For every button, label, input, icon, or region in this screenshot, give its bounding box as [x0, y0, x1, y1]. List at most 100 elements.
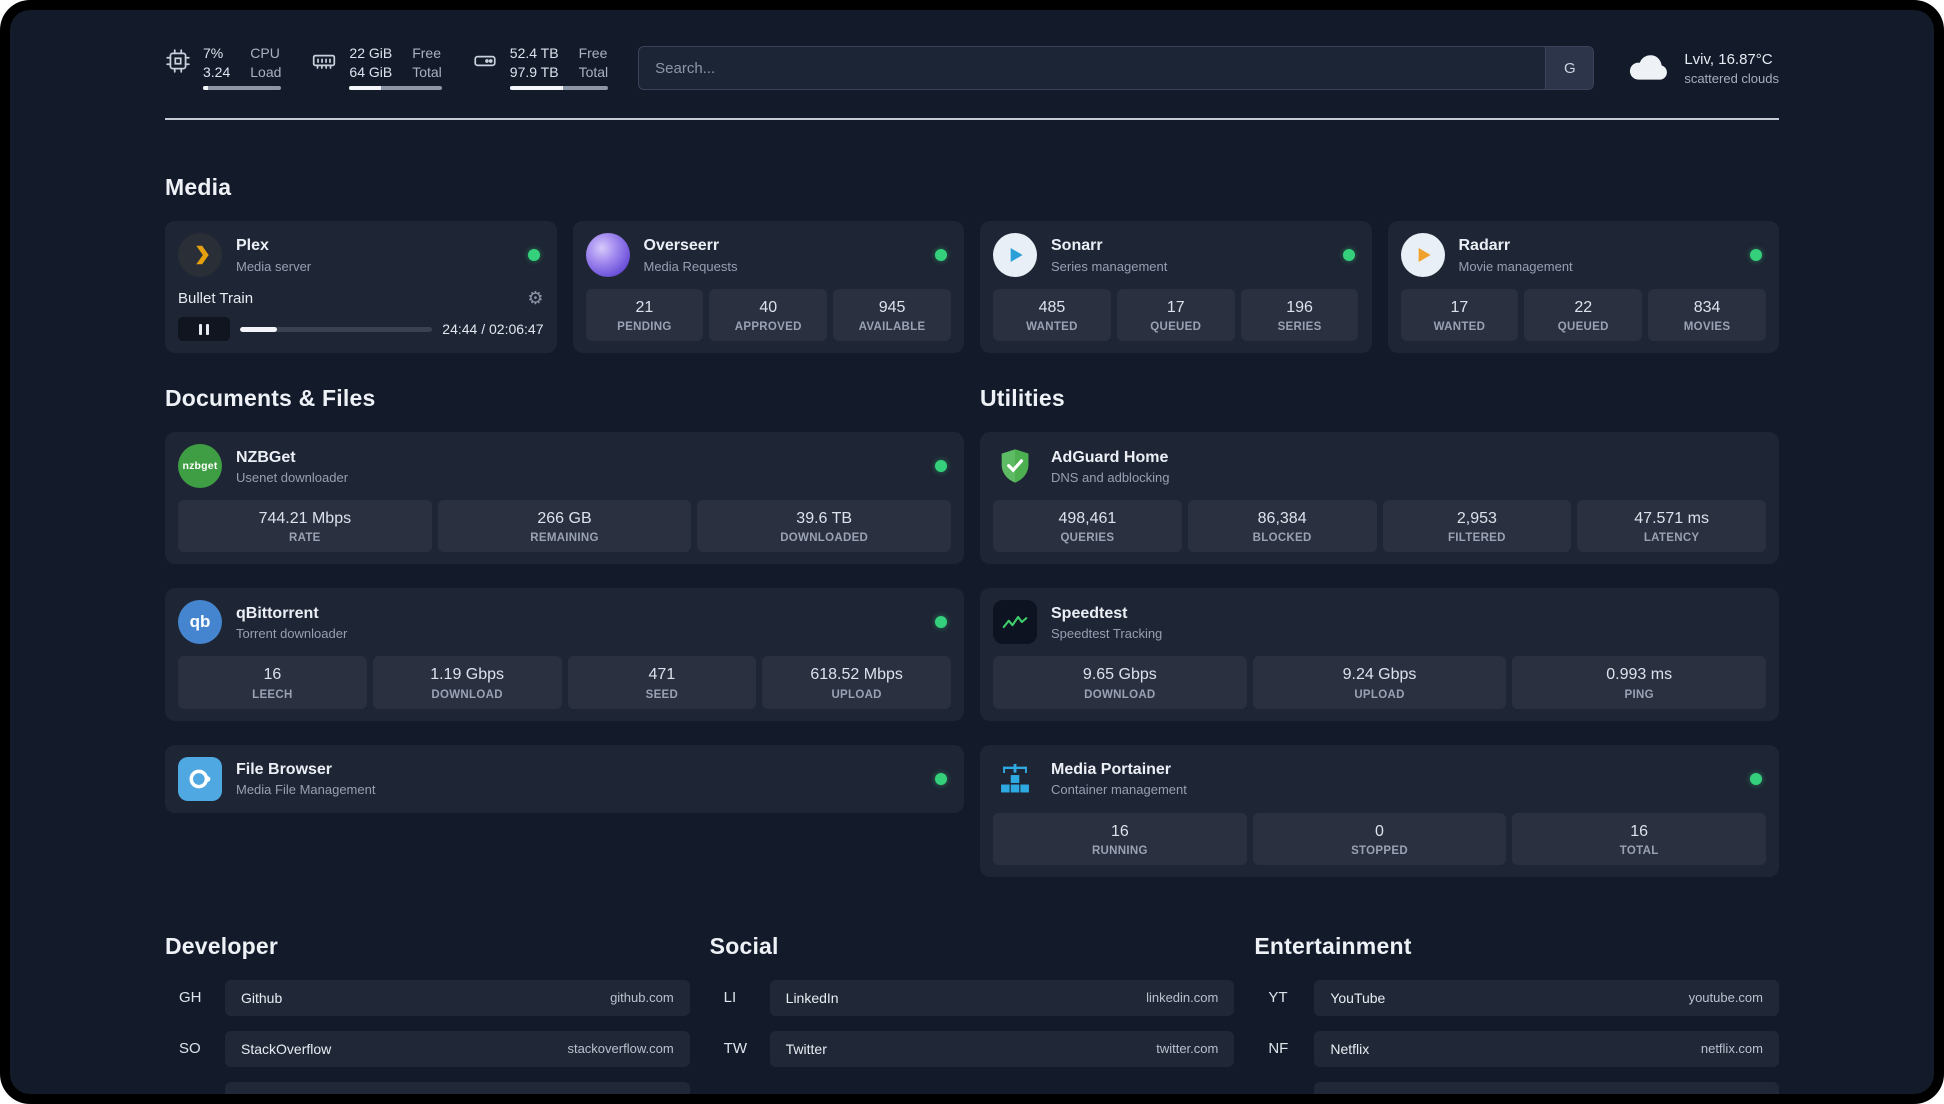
bookmark-name: DEV: [241, 1092, 270, 1094]
stat-upload: 9.24 Gbps UPLOAD: [1252, 656, 1507, 709]
service-name: Radarr: [1458, 237, 1511, 255]
qbittorrent-stats: 16 LEECH 1.19 Gbps DOWNLOAD 471 SEED 618.52…: [178, 656, 951, 709]
disk-total-label: Total: [578, 63, 609, 80]
cloud-icon: [1624, 49, 1672, 88]
adguard-service-link[interactable]: AdGuard Home DNS and adblocking: [993, 444, 1766, 488]
pause-button[interactable]: [178, 317, 230, 342]
stat-pending: 21 PENDING: [585, 289, 704, 342]
stat-approved: 40 APPROVED: [709, 289, 828, 342]
bookmark-linkedin[interactable]: LI LinkedIn linkedin.com: [710, 979, 1235, 1016]
sonarr-card: Sonarr Series management 485 WANTED 17 QUE…: [980, 221, 1372, 354]
portainer-service-link[interactable]: Media Portainer Container management: [993, 757, 1766, 801]
stat-filtered: 2,953 FILTERED: [1382, 500, 1572, 553]
status-dot: [527, 249, 540, 261]
bookmark-url: reddit.com: [1702, 1092, 1763, 1094]
disk-free-value: 52.4 TB: [509, 45, 559, 62]
service-name: Media Portainer: [1051, 760, 1172, 778]
weather-condition: scattered clouds: [1684, 70, 1779, 86]
gear-icon[interactable]: ⚙: [527, 289, 543, 307]
filebrowser-card: File Browser Media File Management: [165, 744, 964, 813]
status-dot: [1342, 249, 1355, 261]
bookmark-abbr: TW: [723, 1040, 747, 1058]
service-subtitle: Torrent downloader: [236, 625, 348, 641]
cpu-label: CPU: [250, 45, 280, 62]
service-subtitle: Series management: [1051, 258, 1168, 274]
service-name: Overseerr: [643, 237, 720, 255]
bookmark-name: Netflix: [1330, 1040, 1370, 1057]
radarr-icon: [1400, 233, 1445, 277]
filebrowser-service-link[interactable]: File Browser Media File Management: [178, 756, 951, 801]
qbittorrent-service-link[interactable]: qb qBittorrent Torrent downloader: [178, 600, 951, 645]
disk-progress-bar: [509, 85, 609, 90]
plex-icon: [178, 233, 222, 277]
stat-remaining: 266 GB REMAINING: [437, 500, 692, 553]
bookmark-url: youtube.com: [1688, 990, 1763, 1006]
bookmark-dev[interactable]: DT DEV dev.to: [165, 1081, 690, 1094]
ram-progress-bar: [349, 85, 442, 90]
weather-widget[interactable]: Lviv, 16.87°C scattered clouds: [1624, 49, 1779, 88]
status-dot: [935, 249, 947, 261]
nzbget-stats: 744.21 Mbps RATE 266 GB REMAINING 39.6 TB D…: [178, 500, 952, 553]
status-dot: [935, 616, 947, 629]
bookmarks-social: Social LI LinkedIn linkedin.com TW Twitte…: [710, 933, 1235, 1094]
now-playing-title: Bullet Train: [178, 289, 254, 307]
bookmark-url: linkedin.com: [1146, 990, 1219, 1006]
adguard-stats: 498,461 QUERIES 86,384 BLOCKED 2,953 FILTER…: [993, 500, 1766, 553]
disk-widget: 52.4 TB Free 97.9 TB Total: [472, 45, 609, 90]
stat-running: 16 RUNNING: [993, 812, 1247, 865]
sonarr-service-link[interactable]: Sonarr Series management: [993, 233, 1359, 277]
bookmark-name: LinkedIn: [785, 989, 839, 1006]
adguard-card: AdGuard Home DNS and adblocking 498,461 Q…: [980, 432, 1779, 565]
adguard-shield-icon: [993, 444, 1037, 488]
plex-card: Plex Media server Bullet Train ⚙ 24:44 /…: [165, 221, 557, 354]
bookmark-url: twitter.com: [1156, 1041, 1219, 1057]
memory-icon: [311, 48, 337, 74]
bookmark-abbr: NF: [1268, 1040, 1289, 1058]
service-name: NZBGet: [236, 448, 296, 466]
bookmark-name: Github: [241, 989, 283, 1006]
stat-downloaded: 39.6 TB DOWNLOADED: [697, 500, 952, 553]
radarr-service-link[interactable]: Radarr Movie management: [1400, 233, 1767, 277]
playback-progress-bar: [240, 326, 433, 332]
plex-service-link[interactable]: Plex Media server: [178, 233, 544, 277]
service-name: File Browser: [236, 760, 333, 778]
speedtest-service-link[interactable]: Speedtest Speedtest Tracking: [993, 600, 1766, 645]
utilities-section: Utilities AdGuard Home DNS and adblockin…: [980, 385, 1779, 877]
status-dot: [1750, 249, 1762, 261]
bookmark-twitter[interactable]: TW Twitter twitter.com: [710, 1030, 1235, 1067]
portainer-card: Media Portainer Container management 16 R…: [980, 744, 1779, 877]
speedtest-graph-icon: [993, 600, 1037, 645]
search-input[interactable]: [639, 47, 1546, 89]
stat-queued: 22 QUEUED: [1524, 289, 1643, 342]
bookmark-abbr: GH: [179, 989, 202, 1007]
stat-available: 945 AVAILABLE: [833, 289, 951, 342]
developer-title: Developer: [165, 932, 279, 959]
bookmark-github[interactable]: GH Github github.com: [165, 979, 690, 1016]
utilities-section-title: Utilities: [980, 385, 1065, 412]
bookmark-abbr: YT: [1268, 989, 1288, 1007]
speedtest-card: Speedtest Speedtest Tracking 9.65 Gbps DO…: [980, 588, 1779, 721]
bookmarks-developer: Developer GH Github github.com SO StackOv…: [165, 933, 690, 1094]
overseerr-service-link[interactable]: Overseerr Media Requests: [585, 233, 952, 277]
service-name: Sonarr: [1051, 237, 1103, 255]
bookmark-url: github.com: [610, 990, 674, 1006]
stat-seed: 471 SEED: [567, 656, 757, 709]
nzbget-service-link[interactable]: nzbget NZBGet Usenet downloader: [178, 444, 951, 489]
bookmark-stackoverflow[interactable]: SO StackOverflow stackoverflow.com: [165, 1030, 690, 1067]
bookmark-netflix[interactable]: NF Netflix netflix.com: [1254, 1030, 1779, 1067]
status-dot: [935, 772, 947, 785]
bookmark-url: netflix.com: [1700, 1041, 1763, 1057]
search-provider-button[interactable]: G: [1545, 47, 1594, 89]
overseerr-stats: 21 PENDING 40 APPROVED 945 AVAILABLE: [585, 289, 952, 342]
bookmark-reddit[interactable]: RE Reddit reddit.com: [1254, 1081, 1779, 1094]
cpu-icon: [165, 48, 191, 74]
status-dot: [935, 460, 947, 473]
radarr-stats: 17 WANTED 22 QUEUED 834 MOVIES: [1400, 289, 1767, 342]
cpu-load-label: Load: [250, 63, 282, 80]
ram-free-value: 22 GiB: [349, 45, 393, 62]
documents-section: Documents & Files nzbget NZBGet Usenet d…: [165, 385, 964, 813]
disk-icon: [472, 48, 498, 74]
bookmark-url: dev.to: [639, 1092, 673, 1094]
bookmark-youtube[interactable]: YT YouTube youtube.com: [1254, 979, 1779, 1016]
service-name: qBittorrent: [236, 604, 319, 622]
